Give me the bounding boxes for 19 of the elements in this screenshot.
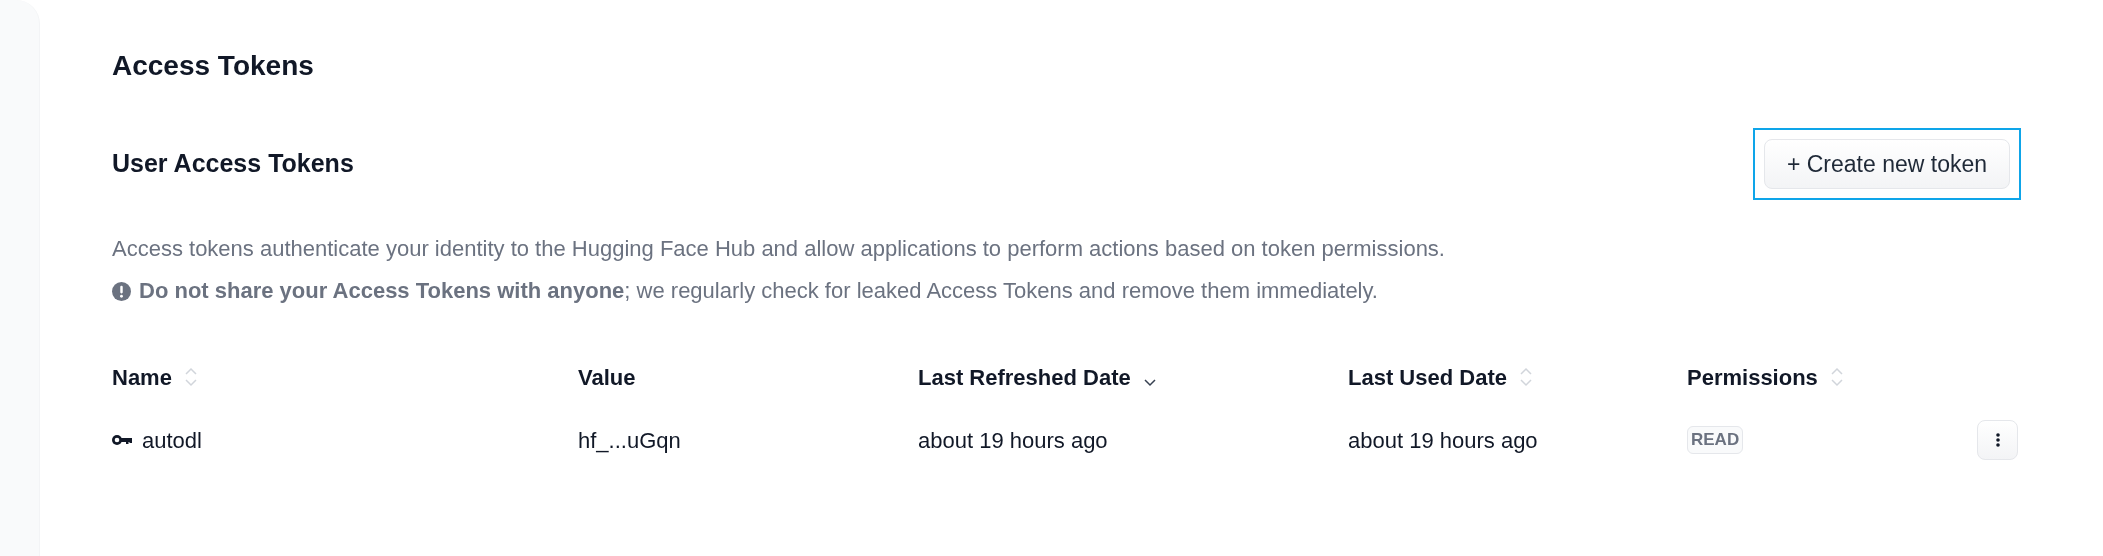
column-header[interactable]: Name	[112, 360, 172, 394]
warning-text: Do not share your Access Tokens with anyone; we regularly check for leaked Access Tokens and remove them immediately.	[139, 277, 1378, 305]
page-title: Access Tokens	[112, 49, 314, 83]
column-header[interactable]: Permissions	[1687, 360, 1818, 394]
token-name: autodl	[142, 426, 202, 455]
permission-badge: READ	[1687, 426, 1744, 454]
column-header[interactable]: Last Refreshed Date	[918, 360, 1131, 394]
column-header[interactable]: Last Used Date	[1348, 360, 1507, 394]
more-icon	[1995, 433, 2000, 447]
token-value: hf_...uGqn	[578, 427, 681, 453]
used-date: about 19 hours ago	[1348, 427, 1538, 453]
create-token-button[interactable]: + Create new token	[1763, 139, 2010, 189]
warning-icon	[112, 281, 131, 301]
description-text: Access tokens authenticate your identity to the Hugging Face Hub and allow applications to perform actions based on token permissions.	[112, 235, 1445, 263]
key-icon	[112, 434, 132, 446]
column-header: Value	[578, 363, 636, 392]
refreshed-date: about 19 hours ago	[918, 427, 1108, 453]
section-title: User Access Tokens	[112, 148, 354, 180]
more-button[interactable]	[1977, 420, 2018, 460]
